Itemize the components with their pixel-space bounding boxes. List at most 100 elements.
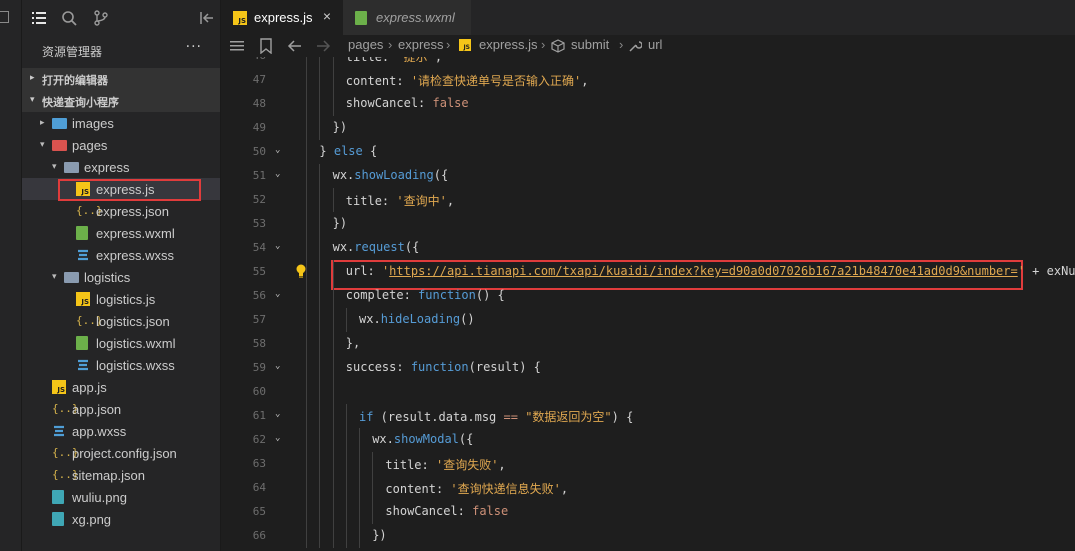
file-tree-label: logistics.wxml (96, 336, 176, 351)
tab-label: express.js (254, 10, 313, 25)
list-icon[interactable] (229, 39, 245, 53)
file-tree-item[interactable]: ▸ images (22, 112, 220, 134)
file-tree-item[interactable]: {..} app.json (22, 398, 220, 420)
indent-guide (359, 428, 360, 452)
file-tree-item[interactable]: ▾ express (22, 156, 220, 178)
line-number: 59 (252, 361, 266, 374)
branch-icon[interactable] (92, 9, 110, 27)
code-text: content: '查询快递信息失败', (385, 482, 569, 496)
close-icon[interactable]: × (323, 8, 331, 24)
fold-chevron-icon[interactable]: ⌄ (275, 433, 280, 443)
code-text: wx.hideLoading() (359, 312, 475, 326)
breadcrumb-url[interactable]: url (648, 37, 662, 52)
code-text: complete: function() { (345, 288, 505, 302)
fold-chevron-icon[interactable]: ⌄ (275, 361, 280, 371)
tab-express-wxml[interactable]: express.wxml (343, 0, 471, 35)
line-number: 63 (252, 457, 266, 470)
file-tree-item[interactable]: wuliu.png (22, 486, 220, 508)
folder-icon (52, 118, 67, 129)
indent-guide (332, 92, 334, 116)
indent-guide (359, 476, 360, 500)
line-number: 50 (252, 145, 266, 158)
file-tree-item[interactable]: express.wxss (22, 244, 220, 266)
explorer-sidebar: 资源管理器 ··· ▸ 打开的编辑器 ▾ 快递查询小程序 ▸ images ▾ pag… (22, 0, 221, 551)
indent-guide (332, 380, 334, 404)
code-text: content: '请检查快递单号是否输入正确', (345, 74, 589, 88)
file-tree-item[interactable]: ▾ pages (22, 134, 220, 156)
code-text: }) (372, 528, 387, 542)
indent-guide (345, 428, 347, 452)
file-tree-item[interactable]: {..} logistics.json (22, 310, 220, 332)
indent-guide (332, 476, 334, 500)
indent-guide (306, 284, 308, 308)
file-tree-item[interactable]: app.wxss (22, 420, 220, 442)
more-actions-icon[interactable]: ··· (186, 39, 202, 55)
indent-guide (332, 356, 334, 380)
fold-chevron-icon[interactable]: ⌄ (275, 145, 280, 155)
arrow-left-icon[interactable] (287, 39, 303, 53)
line-number: 54 (252, 241, 266, 254)
bookmark-icon[interactable] (259, 38, 273, 54)
project-section[interactable]: ▾ 快递查询小程序 (22, 90, 220, 112)
file-tree-item[interactable]: xg.png (22, 508, 220, 530)
fold-chevron-icon[interactable]: ⌄ (275, 409, 280, 419)
open-editors-section[interactable]: ▸ 打开的编辑器 (22, 68, 220, 90)
breadcrumb-file[interactable]: express.js (479, 37, 538, 52)
line-number: 66 (252, 529, 266, 542)
panel-icon[interactable] (0, 11, 9, 23)
code-line: 61 ⌄ if (result.data.msg == "数据返回为空") { (221, 404, 1075, 428)
file-tree-label: wuliu.png (72, 490, 127, 505)
fold-chevron-icon[interactable]: ⌄ (275, 169, 280, 179)
file-tree-item[interactable]: JS express.js (22, 178, 220, 201)
search-icon[interactable] (60, 9, 78, 27)
code-text: wx.showModal({ (372, 432, 474, 446)
code-text: }, (345, 336, 361, 350)
fold-chevron-icon[interactable]: ⌄ (275, 241, 280, 251)
file-tree-item[interactable]: {..} express.json (22, 200, 220, 222)
code-line: 63 title: '查询失败', (221, 452, 1075, 476)
indent-guide (319, 116, 321, 140)
wxml-file-icon (76, 336, 88, 350)
indent-guide (319, 236, 321, 260)
file-tree-label: xg.png (72, 512, 112, 527)
fold-chevron-icon[interactable]: ⌄ (275, 289, 280, 299)
code-text: } else { (319, 144, 378, 158)
chevron-right-icon: ▸ (30, 73, 35, 83)
breadcrumb-submit[interactable]: submit (571, 37, 609, 52)
tab-express-js[interactable]: JS express.js × (221, 0, 343, 35)
files-icon[interactable] (30, 9, 48, 27)
code-editor[interactable]: 46 title: '提示', 47 content: '请检查快递单号是否输入正确'… (221, 57, 1075, 551)
breadcrumb-express[interactable]: express (398, 37, 444, 52)
indent-guide (306, 164, 308, 188)
file-tree-item[interactable]: {..} project.config.json (22, 442, 220, 464)
file-tree-item[interactable]: {..} sitemap.json (22, 464, 220, 486)
arrow-right-icon[interactable] (315, 39, 331, 53)
line-number: 49 (252, 121, 266, 134)
code-line: 65 showCancel: false (221, 500, 1075, 524)
breadcrumb: pages › express › JS express.js › submit… (221, 35, 1075, 57)
js-file-icon: JS (76, 292, 90, 306)
editor-area: JS express.js × express.wxml pages › exp… (221, 0, 1075, 551)
file-tree-item[interactable]: JS logistics.js (22, 288, 220, 310)
collapse-icon[interactable] (198, 9, 216, 27)
indent-guide (306, 140, 308, 164)
code-line: 56 ⌄ complete: function() { (221, 284, 1075, 308)
indent-guide (306, 260, 308, 284)
code-line: 58}, (221, 332, 1075, 356)
code-line: 54 ⌄ wx.request({ (221, 236, 1075, 260)
indent-guide (332, 452, 334, 476)
breadcrumb-pages[interactable]: pages (348, 37, 383, 52)
file-tree-item[interactable]: logistics.wxml (22, 332, 220, 354)
file-tree-item[interactable]: JS app.js (22, 376, 220, 398)
file-tree-label: project.config.json (72, 446, 177, 461)
code-line: 53}) (221, 212, 1075, 236)
code-text: title: '提示', (345, 57, 443, 64)
file-tree-item[interactable]: ▾ logistics (22, 266, 220, 288)
code-text: wx.showLoading({ (332, 168, 449, 182)
file-tree-item[interactable]: logistics.wxss (22, 354, 220, 376)
folder-icon (64, 162, 79, 173)
line-number: 65 (252, 505, 266, 518)
code-text: showCancel: false (345, 96, 469, 110)
file-tree-item[interactable]: express.wxml (22, 222, 220, 244)
indent-guide (306, 332, 308, 356)
